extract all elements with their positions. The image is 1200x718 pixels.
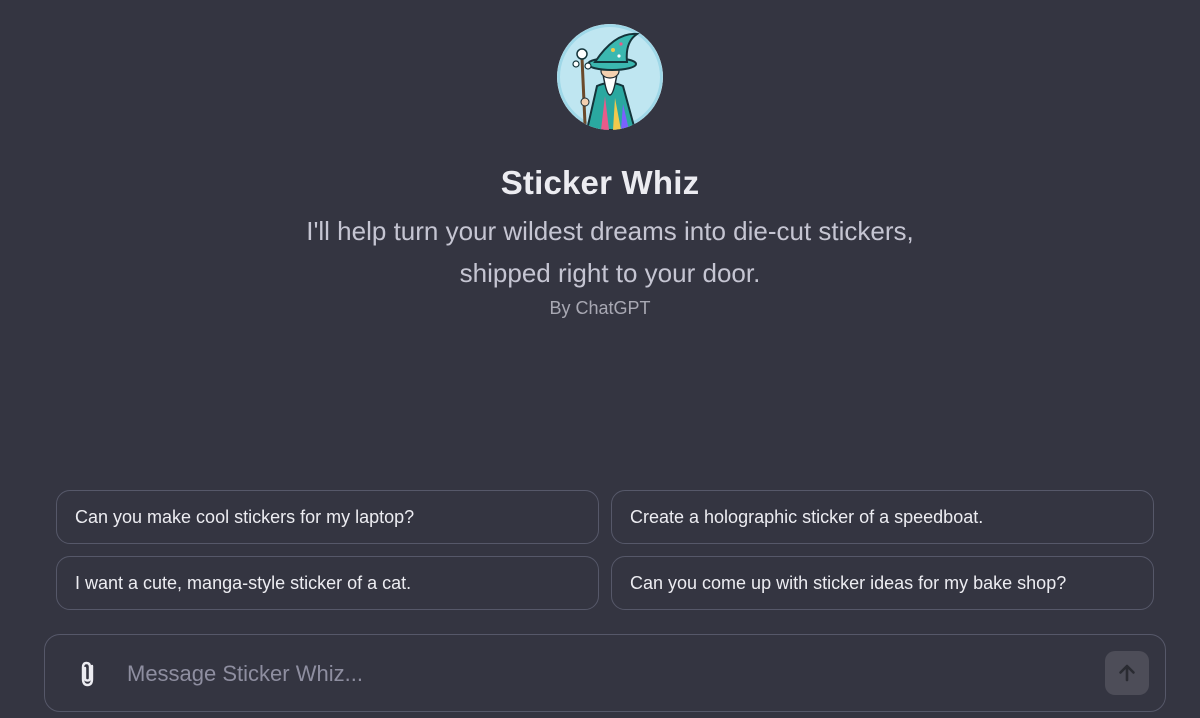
wizard-sticker-icon (557, 24, 663, 130)
suggestion-button[interactable]: Can you come up with sticker ideas for m… (611, 556, 1154, 610)
suggestion-button[interactable]: Can you make cool stickers for my laptop… (56, 490, 599, 544)
send-button[interactable] (1105, 651, 1149, 695)
gpt-title: Sticker Whiz (500, 164, 700, 201)
suggestion-button[interactable]: I want a cute, manga-style sticker of a … (56, 556, 599, 610)
chat-page: Sticker Whiz I'll help turn your wildest… (0, 0, 1200, 718)
suggestion-grid: Can you make cool stickers for my laptop… (56, 490, 1154, 610)
gpt-description: I'll help turn your wildest dreams into … (306, 216, 914, 288)
message-input[interactable] (125, 653, 1089, 695)
arrow-up-icon (1119, 664, 1135, 682)
suggestion-button[interactable]: Create a holographic sticker of a speedb… (611, 490, 1154, 544)
gpt-author: By ChatGPT (549, 298, 651, 318)
paperclip-icon[interactable] (75, 659, 101, 689)
message-composer (44, 634, 1166, 712)
gpt-avatar (557, 24, 663, 130)
